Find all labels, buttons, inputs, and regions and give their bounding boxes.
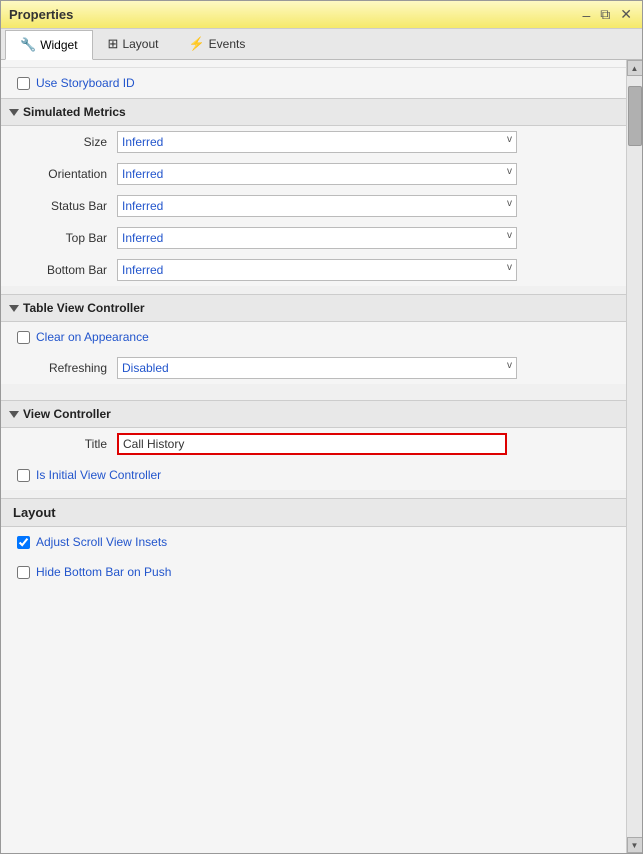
bottom-bar-select[interactable]: Inferred — [117, 259, 517, 281]
storyboard-id-row: Use Storyboard ID — [1, 68, 626, 98]
tab-widget[interactable]: 🔧 Widget — [5, 30, 93, 60]
bottom-bar-label: Bottom Bar — [17, 263, 107, 277]
orientation-field-row: Orientation Inferred — [1, 158, 626, 190]
tabs-bar: 🔧 Widget ⊞ Layout ⚡ Events — [1, 29, 642, 60]
tab-layout-label: Layout — [122, 37, 158, 51]
size-field-row: Size Inferred — [1, 126, 626, 158]
scrollbar-track[interactable] — [627, 76, 642, 837]
orientation-select[interactable]: Inferred — [117, 163, 517, 185]
dock-button[interactable]: ⧉ — [598, 6, 612, 23]
tab-events[interactable]: ⚡ Events — [173, 29, 260, 59]
separator-1 — [1, 286, 626, 294]
status-bar-select-wrapper: Inferred — [117, 195, 517, 217]
is-initial-vc-label[interactable]: Is Initial View Controller — [36, 468, 161, 482]
layout-header: Layout — [1, 498, 626, 527]
layout-icon: ⊞ — [108, 36, 119, 52]
view-controller-title: View Controller — [23, 407, 111, 421]
title-field-row: Title — [1, 428, 626, 460]
top-bar-select[interactable]: Inferred — [117, 227, 517, 249]
is-initial-vc-checkbox[interactable] — [17, 469, 30, 482]
adjust-scroll-checkbox[interactable] — [17, 536, 30, 549]
separator-3 — [1, 392, 626, 400]
separator-2 — [1, 384, 626, 392]
status-bar-label: Status Bar — [17, 199, 107, 213]
status-bar-field-row: Status Bar Inferred — [1, 190, 626, 222]
separator-4 — [1, 490, 626, 498]
collapse-triangle-icon[interactable] — [9, 109, 19, 116]
hide-bottom-bar-row: Hide Bottom Bar on Push — [1, 557, 626, 587]
close-button[interactable]: ✕ — [618, 6, 634, 23]
title-bar-controls: ‒ ⧉ ✕ — [580, 6, 634, 23]
refreshing-label: Refreshing — [17, 361, 107, 375]
title-bar: Properties ‒ ⧉ ✕ — [1, 1, 642, 29]
scroll-up-button[interactable]: ▲ — [627, 60, 643, 76]
clear-on-appearance-label[interactable]: Clear on Appearance — [36, 330, 149, 344]
tab-events-label: Events — [209, 37, 246, 51]
events-icon: ⚡ — [188, 36, 204, 52]
bottom-bar-field-row: Bottom Bar Inferred — [1, 254, 626, 286]
refreshing-select[interactable]: Disabled — [117, 357, 517, 379]
table-view-controller-title: Table View Controller — [23, 301, 145, 315]
wrench-icon: 🔧 — [20, 37, 36, 53]
hide-bottom-bar-checkbox[interactable] — [17, 566, 30, 579]
clear-on-appearance-checkbox[interactable] — [17, 331, 30, 344]
refreshing-select-wrapper: Disabled — [117, 357, 517, 379]
storyboard-id-label[interactable]: Use Storyboard ID — [36, 76, 135, 90]
scroll-indicator — [1, 60, 626, 68]
table-view-controller-header: Table View Controller — [1, 294, 626, 322]
status-bar-select[interactable]: Inferred — [117, 195, 517, 217]
scroll-down-button[interactable]: ▼ — [627, 837, 643, 853]
properties-window: Properties ‒ ⧉ ✕ 🔧 Widget ⊞ Layout ⚡ Eve… — [0, 0, 643, 854]
title-label: Title — [17, 437, 107, 451]
scrollbar-thumb[interactable] — [628, 86, 642, 146]
content-area: Use Storyboard ID Simulated Metrics Size… — [1, 60, 642, 853]
size-select[interactable]: Inferred — [117, 131, 517, 153]
tab-widget-label: Widget — [40, 38, 77, 52]
collapse-triangle-icon-3[interactable] — [9, 411, 19, 418]
collapse-triangle-icon-2[interactable] — [9, 305, 19, 312]
adjust-scroll-label[interactable]: Adjust Scroll View Insets — [36, 535, 167, 549]
pin-button[interactable]: ‒ — [580, 7, 592, 23]
is-initial-vc-row: Is Initial View Controller — [1, 460, 626, 490]
tab-layout[interactable]: ⊞ Layout — [93, 29, 174, 59]
top-bar-label: Top Bar — [17, 231, 107, 245]
adjust-scroll-row: Adjust Scroll View Insets — [1, 527, 626, 557]
window-title: Properties — [9, 7, 73, 22]
bottom-bar-select-wrapper: Inferred — [117, 259, 517, 281]
storyboard-id-checkbox[interactable] — [17, 77, 30, 90]
simulated-metrics-header: Simulated Metrics — [1, 98, 626, 126]
size-select-wrapper: Inferred — [117, 131, 517, 153]
refreshing-field-row: Refreshing Disabled — [1, 352, 626, 384]
scrollbar[interactable]: ▲ ▼ — [626, 60, 642, 853]
top-bar-select-wrapper: Inferred — [117, 227, 517, 249]
hide-bottom-bar-label[interactable]: Hide Bottom Bar on Push — [36, 565, 171, 579]
orientation-label: Orientation — [17, 167, 107, 181]
clear-on-appearance-row: Clear on Appearance — [1, 322, 626, 352]
simulated-metrics-title: Simulated Metrics — [23, 105, 126, 119]
top-bar-field-row: Top Bar Inferred — [1, 222, 626, 254]
title-input[interactable] — [117, 433, 507, 455]
size-label: Size — [17, 135, 107, 149]
view-controller-header: View Controller — [1, 400, 626, 428]
orientation-select-wrapper: Inferred — [117, 163, 517, 185]
layout-title: Layout — [9, 505, 56, 520]
main-panel: Use Storyboard ID Simulated Metrics Size… — [1, 60, 626, 853]
